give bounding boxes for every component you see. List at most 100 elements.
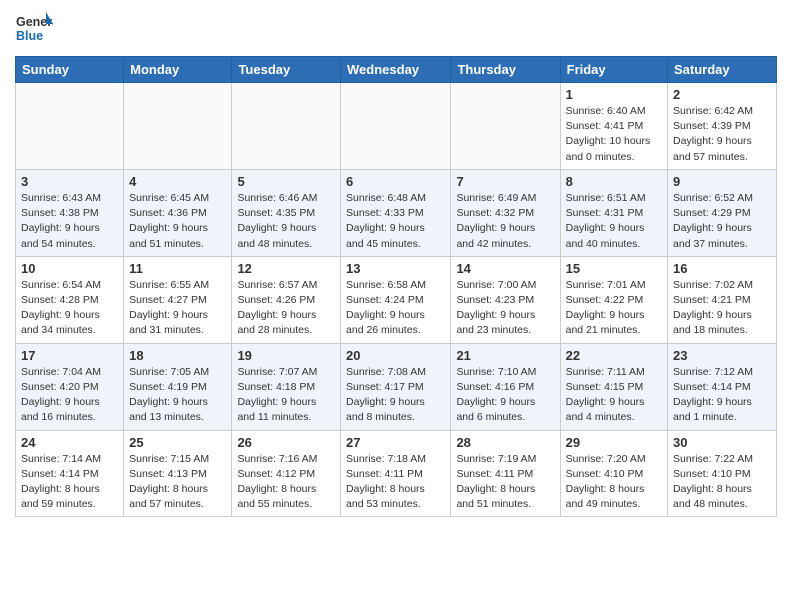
day-info: Sunrise: 6:40 AM Sunset: 4:41 PM Dayligh… (566, 104, 662, 165)
day-info: Sunrise: 7:08 AM Sunset: 4:17 PM Dayligh… (346, 365, 445, 426)
day-number: 5 (237, 174, 335, 189)
weekday-header: Monday (124, 57, 232, 83)
day-info: Sunrise: 6:43 AM Sunset: 4:38 PM Dayligh… (21, 191, 118, 252)
day-info: Sunrise: 7:00 AM Sunset: 4:23 PM Dayligh… (456, 278, 554, 339)
calendar-week-row: 17Sunrise: 7:04 AM Sunset: 4:20 PM Dayli… (16, 343, 777, 430)
day-info: Sunrise: 6:54 AM Sunset: 4:28 PM Dayligh… (21, 278, 118, 339)
day-number: 9 (673, 174, 771, 189)
calendar-cell: 18Sunrise: 7:05 AM Sunset: 4:19 PM Dayli… (124, 343, 232, 430)
day-number: 28 (456, 435, 554, 450)
day-info: Sunrise: 7:04 AM Sunset: 4:20 PM Dayligh… (21, 365, 118, 426)
day-info: Sunrise: 6:48 AM Sunset: 4:33 PM Dayligh… (346, 191, 445, 252)
calendar-cell: 29 Sunrise: 7:20 AM Sunset: 4:10 PM Dayli… (560, 430, 667, 517)
calendar-week-row: 10Sunrise: 6:54 AM Sunset: 4:28 PM Dayli… (16, 256, 777, 343)
day-number: 25 (129, 435, 226, 450)
day-number: 16 (673, 261, 771, 276)
day-number: 14 (456, 261, 554, 276)
calendar-header-row: SundayMondayTuesdayWednesdayThursdayFrid… (16, 57, 777, 83)
day-number: 30 (673, 435, 771, 450)
calendar-cell: 27 Sunrise: 7:18 AM Sunset: 4:11 PM Dayli… (341, 430, 451, 517)
calendar-cell: 24 Sunrise: 7:14 AM Sunset: 4:14 PM Dayli… (16, 430, 124, 517)
day-info: Sunrise: 7:22 AM Sunset: 4:10 PM Dayligh… (673, 452, 771, 513)
calendar-cell: 4 Sunrise: 6:45 AM Sunset: 4:36 PM Daylig… (124, 169, 232, 256)
day-info: Sunrise: 7:05 AM Sunset: 4:19 PM Dayligh… (129, 365, 226, 426)
weekday-header: Friday (560, 57, 667, 83)
day-number: 22 (566, 348, 662, 363)
weekday-header: Saturday (668, 57, 777, 83)
calendar-cell: 14 Sunrise: 7:00 AM Sunset: 4:23 PM Dayli… (451, 256, 560, 343)
calendar-cell: 20 Sunrise: 7:08 AM Sunset: 4:17 PM Dayli… (341, 343, 451, 430)
day-number: 29 (566, 435, 662, 450)
calendar-table: SundayMondayTuesdayWednesdayThursdayFrid… (15, 56, 777, 517)
day-number: 4 (129, 174, 226, 189)
calendar-cell (124, 83, 232, 170)
weekday-header: Thursday (451, 57, 560, 83)
day-number: 26 (237, 435, 335, 450)
calendar-cell (341, 83, 451, 170)
day-info: Sunrise: 7:19 AM Sunset: 4:11 PM Dayligh… (456, 452, 554, 513)
calendar-cell: 5 Sunrise: 6:46 AM Sunset: 4:35 PM Daylig… (232, 169, 341, 256)
day-number: 21 (456, 348, 554, 363)
calendar-cell: 12Sunrise: 6:57 AM Sunset: 4:26 PM Dayli… (232, 256, 341, 343)
day-info: Sunrise: 6:45 AM Sunset: 4:36 PM Dayligh… (129, 191, 226, 252)
calendar-cell (232, 83, 341, 170)
day-info: Sunrise: 6:51 AM Sunset: 4:31 PM Dayligh… (566, 191, 662, 252)
calendar-week-row: 3 Sunrise: 6:43 AM Sunset: 4:38 PM Daylig… (16, 169, 777, 256)
day-number: 8 (566, 174, 662, 189)
page-container: General Blue SundayMondayTuesdayWednesda… (0, 0, 792, 527)
day-info: Sunrise: 6:46 AM Sunset: 4:35 PM Dayligh… (237, 191, 335, 252)
calendar-cell (16, 83, 124, 170)
calendar-cell: 7Sunrise: 6:49 AM Sunset: 4:32 PM Daylig… (451, 169, 560, 256)
day-number: 7 (456, 174, 554, 189)
day-info: Sunrise: 6:55 AM Sunset: 4:27 PM Dayligh… (129, 278, 226, 339)
calendar-cell: 6 Sunrise: 6:48 AM Sunset: 4:33 PM Daylig… (341, 169, 451, 256)
logo-triangle-icon: General Blue (15, 10, 53, 48)
calendar-week-row: 1 Sunrise: 6:40 AM Sunset: 4:41 PM Daylig… (16, 83, 777, 170)
calendar-cell: 10Sunrise: 6:54 AM Sunset: 4:28 PM Dayli… (16, 256, 124, 343)
calendar-cell: 17Sunrise: 7:04 AM Sunset: 4:20 PM Dayli… (16, 343, 124, 430)
day-number: 3 (21, 174, 118, 189)
calendar-cell: 13 Sunrise: 6:58 AM Sunset: 4:24 PM Dayli… (341, 256, 451, 343)
day-number: 20 (346, 348, 445, 363)
day-info: Sunrise: 6:57 AM Sunset: 4:26 PM Dayligh… (237, 278, 335, 339)
logo: General Blue (15, 10, 53, 48)
day-info: Sunrise: 7:10 AM Sunset: 4:16 PM Dayligh… (456, 365, 554, 426)
day-number: 19 (237, 348, 335, 363)
day-info: Sunrise: 6:42 AM Sunset: 4:39 PM Dayligh… (673, 104, 771, 165)
day-info: Sunrise: 6:58 AM Sunset: 4:24 PM Dayligh… (346, 278, 445, 339)
day-number: 15 (566, 261, 662, 276)
calendar-cell (451, 83, 560, 170)
header: General Blue (15, 10, 777, 48)
calendar-cell: 21 Sunrise: 7:10 AM Sunset: 4:16 PM Dayli… (451, 343, 560, 430)
calendar-cell: 3 Sunrise: 6:43 AM Sunset: 4:38 PM Daylig… (16, 169, 124, 256)
day-number: 11 (129, 261, 226, 276)
calendar-cell: 16Sunrise: 7:02 AM Sunset: 4:21 PM Dayli… (668, 256, 777, 343)
day-info: Sunrise: 7:18 AM Sunset: 4:11 PM Dayligh… (346, 452, 445, 513)
calendar-cell: 23 Sunrise: 7:12 AM Sunset: 4:14 PM Dayli… (668, 343, 777, 430)
calendar-cell: 8 Sunrise: 6:51 AM Sunset: 4:31 PM Daylig… (560, 169, 667, 256)
day-info: Sunrise: 7:14 AM Sunset: 4:14 PM Dayligh… (21, 452, 118, 513)
calendar-cell: 25 Sunrise: 7:15 AM Sunset: 4:13 PM Dayli… (124, 430, 232, 517)
day-info: Sunrise: 7:16 AM Sunset: 4:12 PM Dayligh… (237, 452, 335, 513)
day-info: Sunrise: 7:15 AM Sunset: 4:13 PM Dayligh… (129, 452, 226, 513)
calendar-cell: 11 Sunrise: 6:55 AM Sunset: 4:27 PM Dayli… (124, 256, 232, 343)
day-number: 24 (21, 435, 118, 450)
calendar-cell: 26 Sunrise: 7:16 AM Sunset: 4:12 PM Dayli… (232, 430, 341, 517)
day-number: 2 (673, 87, 771, 102)
day-number: 23 (673, 348, 771, 363)
day-info: Sunrise: 7:11 AM Sunset: 4:15 PM Dayligh… (566, 365, 662, 426)
day-info: Sunrise: 7:20 AM Sunset: 4:10 PM Dayligh… (566, 452, 662, 513)
calendar-cell: 22 Sunrise: 7:11 AM Sunset: 4:15 PM Dayli… (560, 343, 667, 430)
day-info: Sunrise: 7:07 AM Sunset: 4:18 PM Dayligh… (237, 365, 335, 426)
day-number: 6 (346, 174, 445, 189)
calendar-cell: 9Sunrise: 6:52 AM Sunset: 4:29 PM Daylig… (668, 169, 777, 256)
day-number: 27 (346, 435, 445, 450)
calendar-cell: 15Sunrise: 7:01 AM Sunset: 4:22 PM Dayli… (560, 256, 667, 343)
weekday-header: Sunday (16, 57, 124, 83)
day-number: 1 (566, 87, 662, 102)
weekday-header: Tuesday (232, 57, 341, 83)
svg-text:Blue: Blue (16, 29, 43, 43)
day-number: 13 (346, 261, 445, 276)
day-info: Sunrise: 7:12 AM Sunset: 4:14 PM Dayligh… (673, 365, 771, 426)
calendar-cell: 1 Sunrise: 6:40 AM Sunset: 4:41 PM Daylig… (560, 83, 667, 170)
